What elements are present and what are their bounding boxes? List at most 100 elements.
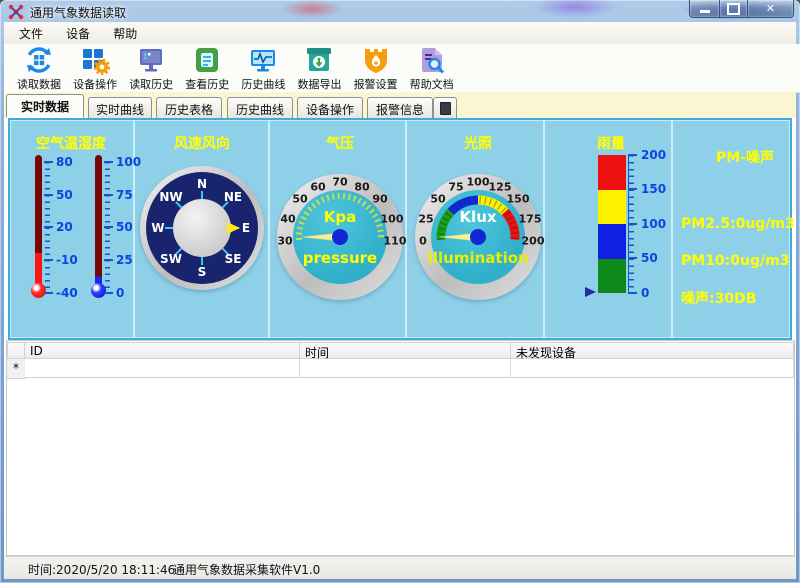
toolbar-label: 报警设置 [354,76,398,92]
temp-tick: -40 [56,286,78,300]
humidity-tick: 50 [116,220,133,234]
rain-segment-red [598,155,626,190]
panel-wind: 风速风向 N NE E SE S SW W NW [135,120,268,338]
temp-tick: 50 [56,188,73,202]
toolbar-label: 数据导出 [297,76,341,92]
temp-tick: 80 [56,155,73,169]
tab-realtime-data[interactable]: 实时数据 [6,94,84,118]
compass-ne: NE [224,190,242,204]
temperature-thermometer [35,155,42,284]
toolbar-label: 读取数据 [17,76,61,92]
menu-file[interactable]: 文件 [10,22,52,45]
panel-illumination: 光照 0 25 50 75 100 125 150 [407,120,543,338]
toolbar-label: 读取历史 [129,76,173,92]
column-header-id[interactable]: ID [25,342,300,359]
compass-w: W [151,221,164,235]
tab-stub-icon [440,102,451,115]
panel-pressure: 气压 30 40 50 60 70 80 90 100 110 Kpa pres… [270,120,405,338]
tab-strip: 实时数据 实时曲线 历史表格 历史曲线 设备操作 报警信息 [4,92,796,118]
table-cell[interactable] [300,359,511,378]
toolbar-view-history[interactable]: 查看历史 [182,45,232,92]
compass-nw: NW [159,190,182,204]
rain-segment-green [598,259,626,294]
toolbar-label: 历史曲线 [241,76,285,92]
tab-device-operation[interactable]: 设备操作 [297,97,363,118]
compass-e: E [242,221,250,235]
humidity-tick: 0 [116,286,124,300]
help-doc-icon [417,45,447,75]
menu-help[interactable]: 帮助 [104,22,146,45]
minimize-icon [700,10,710,13]
toolbar-label: 设备操作 [73,76,117,92]
client-area: 文件 设备 帮助 读取数据 [4,22,796,578]
toolbar-data-export[interactable]: 数据导出 [294,45,344,92]
humidity-thermometer [95,155,102,284]
panel-title: 风速风向 [174,133,230,153]
device-operation-icon [80,45,110,75]
app-window: 通用气象数据读取 ✕ 文件 设备 帮助 [0,0,800,583]
compass-se: SE [225,252,242,266]
maximize-icon [727,3,740,15]
pressure-gauge-needle-layer [270,120,405,338]
column-header-device[interactable]: 未发现设备 [511,342,794,359]
alarm-settings-icon [361,45,391,75]
toolbar-label: 查看历史 [185,76,229,92]
toolbar-device-operation[interactable]: 设备操作 [70,45,120,92]
toolbar-history-curve[interactable]: 历史曲线 [238,45,288,92]
panel-rain: 雨量 200 150 100 50 0 [545,120,671,338]
illumination-unit: Klux [459,208,496,226]
panel-pm-noise: PM-噪声 PM2.5:0ug/m3 PM10:0ug/m3 噪声:30DB [673,120,790,338]
tab-alarm-info[interactable]: 报警信息 [367,97,433,118]
realtime-data-page: 空气温湿度 80 50 20 -10 -40 [8,118,792,340]
data-export-icon [304,45,334,75]
tab-history-table[interactable]: 历史表格 [156,97,222,118]
row-header-new-row[interactable]: * [7,359,26,379]
rain-segment-yellow [598,190,626,225]
panel-title: PM-噪声 [716,147,774,167]
menu-device[interactable]: 设备 [57,22,99,45]
toolbar-alarm-settings[interactable]: 报警设置 [351,45,401,92]
humidity-tick: 75 [116,188,133,202]
status-time: 时间:2020/5/20 18:11:46 [28,561,175,578]
read-history-icon [136,45,166,75]
view-history-icon [192,45,222,75]
table-corner-header[interactable] [7,342,25,359]
read-data-icon [24,45,54,75]
tab-realtime-curve[interactable]: 实时曲线 [88,97,152,118]
app-icon [8,4,24,20]
tab-stub[interactable] [433,97,457,118]
temp-tick: -10 [56,253,78,267]
compass-s: S [198,265,207,279]
window-controls: ✕ [689,0,794,18]
table-cell[interactable] [25,359,300,378]
table-cell[interactable] [511,359,794,378]
menu-bar: 文件 设备 帮助 [4,22,796,44]
pm25-value: PM2.5:0ug/m3 [681,216,795,232]
window-title: 通用气象数据读取 [30,4,126,21]
panel-title: 空气温湿度 [36,133,106,153]
humidity-tick: 25 [116,253,133,267]
illumination-gauge-needle-layer [407,120,543,338]
noise-value: 噪声:30DB [681,288,756,308]
tab-history-curve[interactable]: 历史曲线 [227,97,293,118]
temperature-bulb [31,283,46,298]
rain-value-pointer [585,287,596,297]
temp-tick: 20 [56,220,73,234]
compass-n: N [197,177,207,191]
column-header-time[interactable]: 时间 [300,342,511,359]
minimize-button[interactable] [689,0,720,18]
humidity-bulb [91,283,106,298]
wind-direction-pointer [227,222,240,234]
status-app-name: 通用气象数据采集软件V1.0 [173,561,320,578]
toolbar-read-data[interactable]: 读取数据 [14,45,64,92]
rain-segment-blue [598,224,626,259]
close-button[interactable]: ✕ [748,0,794,18]
pressure-unit: Kpa [324,208,356,226]
maximize-button[interactable] [720,0,748,18]
pm10-value: PM10:0ug/m3 [681,253,789,269]
panel-title: 雨量 [597,133,625,153]
device-table: ID 时间 未发现设备 * [6,340,795,556]
toolbar-help-doc[interactable]: 帮助文档 [407,45,457,92]
toolbar-label: 帮助文档 [410,76,454,92]
toolbar-read-history[interactable]: 读取历史 [126,45,176,92]
